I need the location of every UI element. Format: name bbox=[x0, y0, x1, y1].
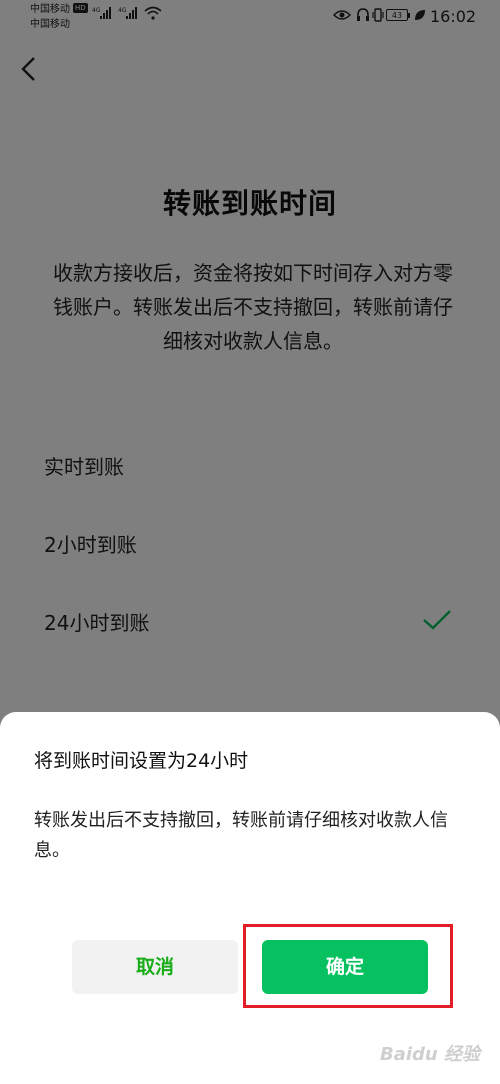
dialog-message: 转账发出后不支持撤回，转账前请仔细核对收款人信息。 bbox=[34, 810, 448, 861]
confirm-dialog: 将到账时间设置为24小时 转账发出后不支持撤回，转账前请仔细核对收款人信息。 取… bbox=[0, 712, 500, 1084]
dialog-title: 将到账时间设置为24小时 bbox=[34, 750, 249, 772]
baidu-watermark: Baidu 经验 bbox=[380, 1044, 481, 1065]
highlight-annotation bbox=[243, 924, 453, 1008]
cancel-button[interactable]: 取消 bbox=[72, 940, 238, 994]
